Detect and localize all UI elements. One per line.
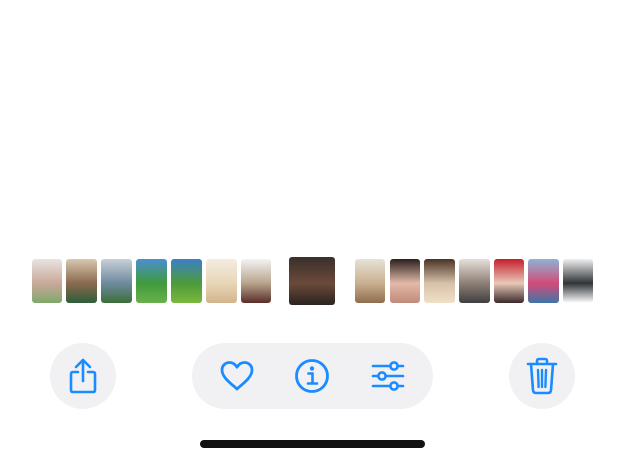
thumbnail[interactable]: [206, 259, 237, 303]
heart-icon: [219, 360, 255, 392]
thumbnail[interactable]: [494, 259, 524, 303]
thumbnail[interactable]: [136, 259, 167, 303]
thumbnail[interactable]: [101, 259, 132, 303]
photo-viewer-screen: [0, 0, 625, 460]
thumbnail[interactable]: [355, 259, 385, 303]
share-button[interactable]: [50, 343, 116, 409]
thumbnail[interactable]: [32, 259, 62, 303]
thumbnail[interactable]: [171, 259, 202, 303]
sliders-icon: [370, 360, 406, 392]
photo-display-area[interactable]: [0, 0, 625, 250]
thumbnail[interactable]: [424, 259, 455, 303]
home-indicator[interactable]: [200, 440, 425, 448]
thumbnail[interactable]: [66, 259, 97, 303]
action-pill: [192, 343, 433, 409]
thumbnail-current[interactable]: [289, 257, 335, 305]
thumbnail[interactable]: [390, 259, 420, 303]
delete-button[interactable]: [509, 343, 575, 409]
thumbnail-strip[interactable]: [0, 257, 625, 305]
trash-icon: [526, 357, 558, 395]
thumbnail[interactable]: [241, 259, 271, 303]
share-icon: [68, 357, 98, 395]
info-button[interactable]: [282, 343, 342, 409]
info-icon: [294, 358, 330, 394]
thumbnail[interactable]: [528, 259, 559, 303]
thumbnail[interactable]: [563, 259, 593, 303]
thumbnail[interactable]: [459, 259, 490, 303]
adjust-button[interactable]: [358, 343, 418, 409]
favorite-button[interactable]: [207, 343, 267, 409]
